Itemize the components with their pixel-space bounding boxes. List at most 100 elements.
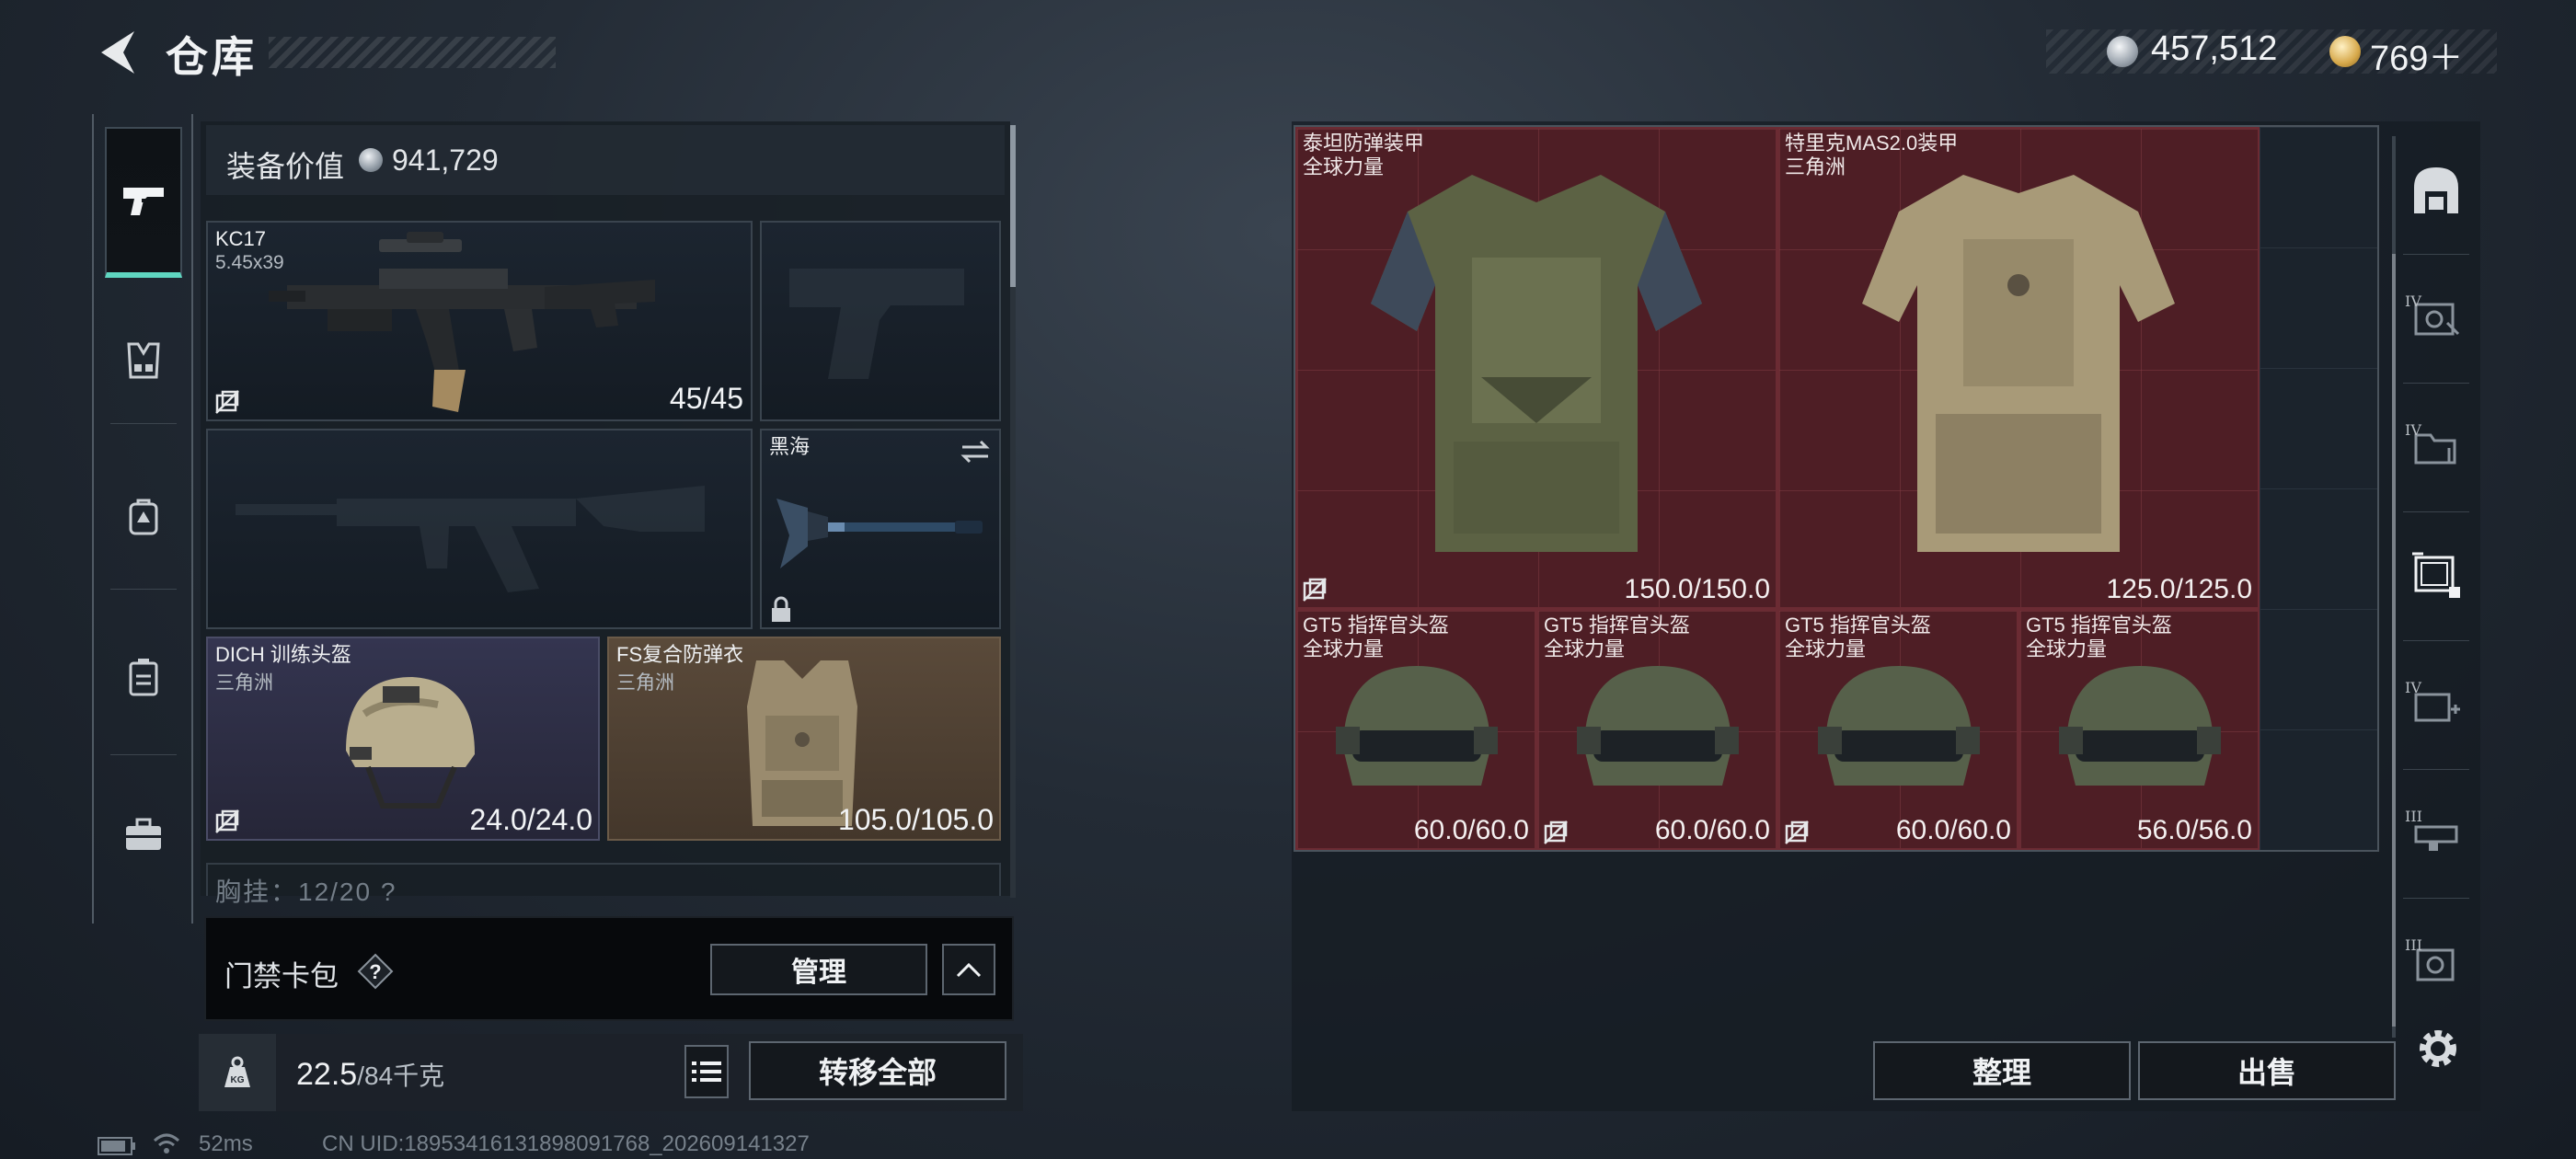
equipment-value-amount: 941,729 [392,143,499,177]
melee-weapon-slot[interactable]: 黑海 [760,429,1001,629]
help-icon[interactable]: ? [357,953,394,990]
armor-name: FS复合防弹衣 [616,643,744,666]
back-arrow-icon[interactable] [92,26,140,79]
title-decoration [269,37,556,68]
helmet-slot[interactable]: DICH 训练头盔 三角洲 24.0/24.0 [206,637,600,841]
rail-divider [110,423,177,424]
no-pickup-icon [215,809,239,833]
storage-item-helmet[interactable]: GT5 指挥官头盔 全球力量 60.0/60.0 [1536,609,1777,850]
chest-rig-icon [127,342,160,379]
tomahawk-image [776,499,983,568]
manage-button[interactable]: 管理 [710,944,927,995]
rifle-placeholder-icon [236,486,705,592]
pistol-placeholder-icon [789,269,964,379]
container-icon [129,659,158,696]
category-container-tab[interactable] [105,638,182,716]
chest-rig-section [206,863,1001,896]
pistol-icon [123,188,164,215]
no-pickup-icon [1544,820,1568,844]
sort-button[interactable]: 整理 [1873,1041,2131,1100]
storage-page-tier: III [2405,808,2422,825]
equipment-value-label: 装备价值 [226,150,345,183]
weapon-name: KC17 [215,227,267,250]
storage-page-2[interactable]: IV [2399,410,2473,484]
gold-currency-amount[interactable]: 769＋ [2370,29,2463,80]
svg-text:KG: KG [231,1075,245,1085]
storage-item-helmet[interactable]: GT5 指挥官头盔 全球力量 56.0/56.0 [2018,609,2260,850]
armor-image [1371,175,1702,552]
category-weapons-tab[interactable] [105,127,182,278]
storage-item-armor[interactable]: 特里克MAS2.0装甲 三角洲 125.0/125.0 [1777,127,2260,609]
chevron-up-icon [956,962,982,978]
rail-divider [110,754,177,755]
swap-icon[interactable] [959,438,992,465]
collapse-toggle-button[interactable] [942,944,995,995]
equipment-scroll-thumb[interactable] [1010,125,1016,287]
primary-weapon-slot[interactable]: KC17 5.45x39 45/45 [206,221,753,421]
backpack-icon [129,499,158,535]
storage-rail-divider [2403,769,2469,770]
storage-page-3-active[interactable] [2399,539,2473,613]
storage-rail-divider [2403,898,2469,899]
helmet-map: 三角洲 [215,672,273,694]
storage-page-tier: III [2405,936,2422,954]
storage-page-5[interactable]: III [2399,797,2473,870]
storage-rail-divider [2403,254,2469,255]
no-pickup-icon [1785,820,1809,844]
settings-gear-icon[interactable] [2412,1023,2464,1074]
item-durability: 60.0/60.0 [1413,815,1529,845]
sell-button[interactable]: 出售 [2138,1041,2396,1100]
transfer-all-button[interactable]: 转移全部 [749,1041,1006,1100]
battery-icon [98,1137,135,1155]
user-uid: CN UID:1895341613189809​1768_20260914132… [322,1131,810,1156]
helmet-image [346,677,475,809]
category-case-tab[interactable] [105,797,182,874]
keycard-bag-label: 门禁卡包 [224,960,339,993]
svg-text:?: ? [369,960,381,983]
category-backpack-tab[interactable] [105,478,182,556]
gold-coin-icon [2329,36,2361,67]
item-durability: 60.0/60.0 [1895,815,2011,845]
storage-page-6[interactable]: III [2399,925,2473,999]
helmet-durability: 24.0/24.0 [469,803,592,836]
storage-page-tier: IV [2405,293,2421,310]
category-chest-rig-tab[interactable] [105,322,182,399]
list-icon [692,1061,721,1082]
storage-page-4[interactable]: IV [2399,668,2473,741]
lock-icon [772,596,790,622]
armor-slot[interactable]: FS复合防弹衣 三角洲 105.0/105.0 [607,637,1001,841]
storage-page-home[interactable] [2399,153,2473,226]
silver-coin-icon [359,148,383,172]
briefcase-icon [126,818,161,850]
storage-rail-divider [2403,640,2469,641]
item-durability: 60.0/60.0 [1654,815,1770,845]
rifle-image [269,232,655,412]
item-durability: 150.0/150.0 [1624,574,1770,604]
helmet-image [1818,666,1980,786]
storage-rail-highlight [2392,254,2396,1027]
item-name: GT5 指挥官头盔 [2026,614,2172,637]
storage-rail-divider [2403,511,2469,512]
list-view-button[interactable] [684,1045,729,1098]
weight-readout: 22.5/84千克 [296,1056,444,1093]
storage-item-helmet[interactable]: GT5 指挥官头盔 全球力量 60.0/60.0 [1777,609,2018,850]
storage-page-1[interactable]: IV [2399,281,2473,355]
helmet-image [1336,666,1498,786]
secondary-weapon-slot-empty[interactable] [206,429,753,629]
armor-image [1862,175,2175,552]
item-name: GT5 指挥官头盔 [1303,614,1449,637]
storage-home-icon [2414,167,2458,213]
item-name: GT5 指挥官头盔 [1785,614,1931,637]
storage-page-tier: IV [2405,679,2421,696]
storage-item-helmet[interactable]: GT5 指挥官头盔 全球力量 60.0/60.0 [1295,609,1536,850]
storage-item-armor[interactable]: 泰坦防弹装甲 全球力量 150.0/150.0 [1295,127,1777,609]
melee-name: 黑海 [769,435,811,458]
page-title: 仓库 [166,33,258,81]
storage-rail-divider [2403,383,2469,384]
weight-max: /84千克 [357,1061,445,1090]
silver-coin-icon [2107,36,2138,67]
weapon-ammo-count: 45/45 [669,382,743,415]
item-name: GT5 指挥官头盔 [1544,614,1690,637]
wifi-icon [153,1133,180,1153]
pistol-slot-empty[interactable] [760,221,1001,421]
